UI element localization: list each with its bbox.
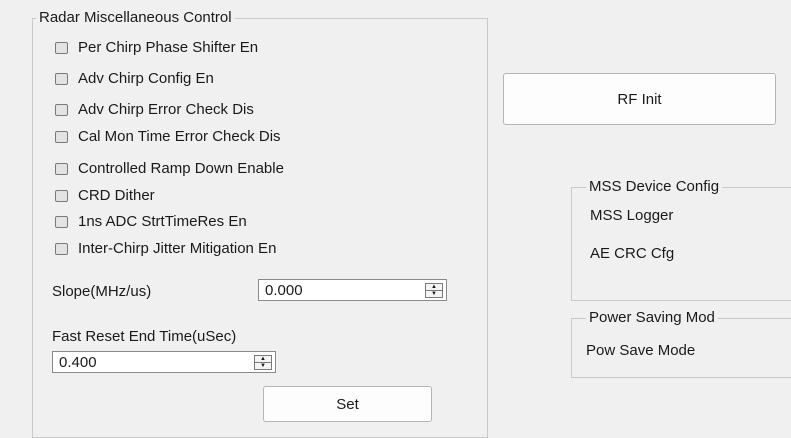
adv-chirp-config-checkbox[interactable]: Adv Chirp Config En [55, 70, 214, 87]
checkbox-box[interactable] [55, 162, 68, 175]
spin-down-icon[interactable]: ▼ [255, 361, 271, 369]
checkbox-label: Adv Chirp Error Check Dis [78, 101, 254, 118]
checkbox-box[interactable] [55, 215, 68, 228]
slope-spin-arrows[interactable]: ▲ ▼ [425, 282, 443, 298]
spin-down-icon[interactable]: ▼ [426, 289, 442, 297]
mss-device-config-title: MSS Device Config [586, 178, 723, 195]
adc-strt-time-res-checkbox[interactable]: 1ns ADC StrtTimeRes En [55, 213, 247, 230]
checkbox-box[interactable] [55, 103, 68, 116]
checkbox-box[interactable] [55, 189, 68, 202]
per-chirp-phase-shifter-checkbox[interactable]: Per Chirp Phase Shifter En [55, 39, 258, 56]
adv-chirp-error-check-checkbox[interactable]: Adv Chirp Error Check Dis [55, 101, 254, 118]
mss-logger-label: MSS Logger [590, 207, 674, 224]
checkbox-box[interactable] [55, 41, 68, 54]
fast-reset-spin-arrows[interactable]: ▲ ▼ [254, 354, 272, 370]
checkbox-label: CRD Dither [78, 187, 155, 204]
mss-device-config-group [571, 187, 791, 301]
pow-save-mode-label: Pow Save Mode [586, 342, 696, 359]
fast-reset-end-time-label: Fast Reset End Time(uSec) [52, 328, 237, 345]
slope-spinbox[interactable]: 0.000 ▲ ▼ [258, 279, 447, 301]
checkbox-label: Inter-Chirp Jitter Mitigation En [78, 240, 277, 257]
cal-mon-time-error-checkbox[interactable]: Cal Mon Time Error Check Dis [55, 128, 281, 145]
fast-reset-value[interactable]: 0.400 [53, 354, 254, 371]
power-saving-mode-title: Power Saving Mod [586, 309, 718, 326]
set-button[interactable]: Set [263, 386, 432, 422]
radar-misc-control-title: Radar Miscellaneous Control [36, 9, 235, 26]
controlled-ramp-down-checkbox[interactable]: Controlled Ramp Down Enable [55, 160, 284, 177]
checkbox-label: Controlled Ramp Down Enable [78, 160, 284, 177]
slope-label: Slope(MHz/us) [52, 283, 152, 300]
crd-dither-checkbox[interactable]: CRD Dither [55, 187, 155, 204]
checkbox-box[interactable] [55, 72, 68, 85]
checkbox-box[interactable] [55, 130, 68, 143]
checkbox-label: Per Chirp Phase Shifter En [78, 39, 259, 56]
rf-init-button[interactable]: RF Init [503, 73, 776, 125]
inter-chirp-jitter-checkbox[interactable]: Inter-Chirp Jitter Mitigation En [55, 240, 276, 257]
ae-crc-cfg-label: AE CRC Cfg [590, 245, 675, 262]
slope-value[interactable]: 0.000 [259, 282, 425, 299]
checkbox-label: Cal Mon Time Error Check Dis [78, 128, 281, 145]
checkbox-box[interactable] [55, 242, 68, 255]
checkbox-label: Adv Chirp Config En [78, 70, 214, 87]
fast-reset-spinbox[interactable]: 0.400 ▲ ▼ [52, 351, 276, 373]
checkbox-label: 1ns ADC StrtTimeRes En [78, 213, 247, 230]
